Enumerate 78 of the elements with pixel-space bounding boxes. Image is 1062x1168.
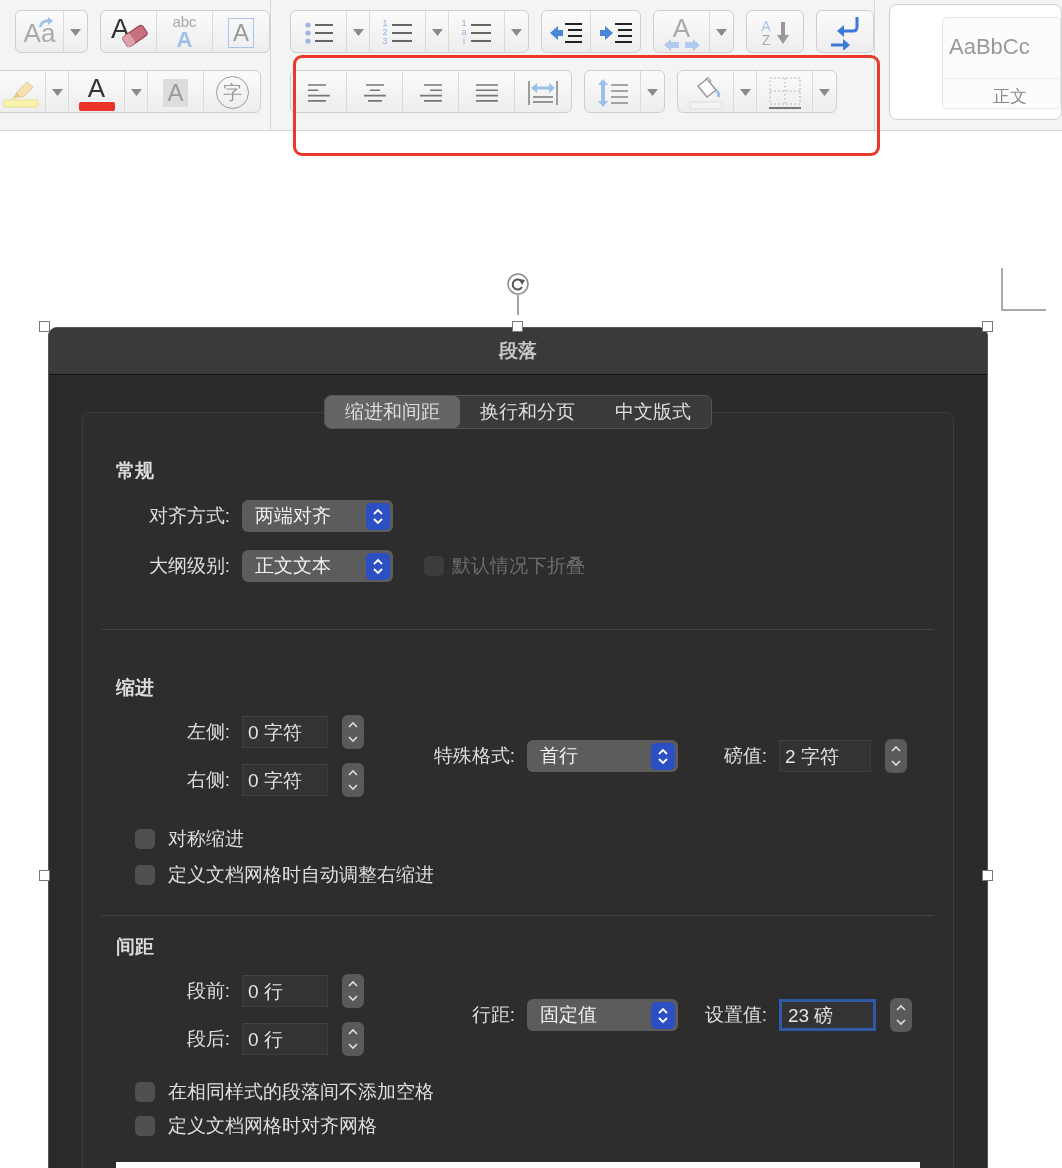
caret-icon xyxy=(431,29,443,36)
rotate-handle[interactable] xyxy=(506,273,530,315)
caret-icon xyxy=(739,89,751,96)
line-spacing-icon xyxy=(597,78,628,107)
input-field[interactable]: 23 磅 xyxy=(779,999,876,1031)
input-field[interactable]: 0 行 xyxy=(242,1023,328,1055)
chevron-icon xyxy=(651,1001,675,1029)
tab[interactable]: 换行和分页 xyxy=(460,396,595,428)
field-label: 段后: xyxy=(185,1027,230,1051)
caret-icon xyxy=(70,29,81,36)
input-field[interactable]: 0 行 xyxy=(242,975,328,1007)
caret-icon xyxy=(647,89,658,96)
style-sample: AaBbCc xyxy=(943,18,1060,79)
dropdown-select[interactable]: 首行 xyxy=(527,740,678,772)
checkbox-label: 定义文档网格时自动调整右缩进 xyxy=(168,863,434,887)
return-arrow-icon xyxy=(828,15,862,50)
distribute-icon xyxy=(527,79,559,106)
field-label: 右侧: xyxy=(185,768,230,792)
borders-icon xyxy=(767,75,802,110)
field-label: 左侧: xyxy=(185,720,230,744)
indent-icon xyxy=(598,20,633,45)
checkbox[interactable] xyxy=(135,829,155,849)
stepper[interactable] xyxy=(885,739,907,773)
checkbox-label: 在相同样式的段落间不添加空格 xyxy=(168,1080,434,1104)
resize-handle[interactable] xyxy=(39,321,50,332)
field-label: 段前: xyxy=(185,979,230,1003)
tab[interactable]: 缩进和间距 xyxy=(325,396,460,428)
input-field[interactable]: 0 字符 xyxy=(242,764,328,796)
caret-icon xyxy=(716,29,727,36)
chevron-icon xyxy=(366,502,390,530)
caret-icon xyxy=(130,89,142,96)
dropdown-select[interactable]: 固定值 xyxy=(527,999,678,1031)
window-title: 段落 xyxy=(499,339,537,363)
stepper[interactable] xyxy=(890,998,912,1032)
paint-bucket-icon xyxy=(687,75,724,110)
style-name: 正文 xyxy=(992,86,1028,108)
checkbox[interactable] xyxy=(135,1082,155,1102)
checkbox[interactable] xyxy=(135,1116,155,1136)
tab[interactable]: 中文版式 xyxy=(595,396,711,428)
checkbox-label: 默认情况下折叠 xyxy=(452,554,585,578)
checkbox[interactable] xyxy=(135,865,155,885)
stepper[interactable] xyxy=(342,715,364,749)
section-heading: 常规 xyxy=(116,459,155,483)
outdent-icon xyxy=(549,20,583,45)
style-card[interactable]: AaBbCc 正文 xyxy=(942,17,1061,109)
field-label: 磅值: xyxy=(722,744,767,768)
resize-handle[interactable] xyxy=(512,321,523,332)
resize-handle[interactable] xyxy=(982,321,993,332)
field-label: 特殊格式: xyxy=(432,744,515,768)
input-field[interactable]: 0 字符 xyxy=(242,716,328,748)
stepper[interactable] xyxy=(342,974,364,1008)
caret-icon xyxy=(51,89,63,96)
input-field[interactable]: 2 字符 xyxy=(779,740,871,772)
field-label: 对齐方式: xyxy=(147,504,230,528)
caret-icon xyxy=(352,29,364,36)
stepper[interactable] xyxy=(342,763,364,797)
resize-handle[interactable] xyxy=(982,870,993,881)
double-arrow-icon xyxy=(664,39,700,51)
field-label: 大纲级别: xyxy=(147,554,230,578)
font-color-button[interactable]: A xyxy=(69,71,125,112)
margin-corner-mark xyxy=(1000,268,1046,312)
color-bar-icon xyxy=(78,101,115,111)
field-label: 行距: xyxy=(470,1003,515,1027)
bullet-list-icon xyxy=(303,20,334,45)
checkbox-label: 定义文档网格时对齐网格 xyxy=(168,1114,377,1138)
dropdown-select[interactable]: 正文文本 xyxy=(242,550,393,582)
section-heading: 间距 xyxy=(116,935,155,959)
stepper[interactable] xyxy=(342,1022,364,1056)
chevron-icon xyxy=(366,552,390,580)
caret-icon xyxy=(819,89,830,96)
chevron-icon xyxy=(651,742,675,770)
resize-handle[interactable] xyxy=(39,870,50,881)
field-label: 设置值: xyxy=(703,1003,767,1027)
checkbox-label: 对称缩进 xyxy=(168,827,244,851)
section-heading: 缩进 xyxy=(116,676,155,700)
dropdown-select[interactable]: 两端对齐 xyxy=(242,500,393,532)
down-arrow-icon xyxy=(776,20,789,45)
caret-icon xyxy=(511,29,522,36)
